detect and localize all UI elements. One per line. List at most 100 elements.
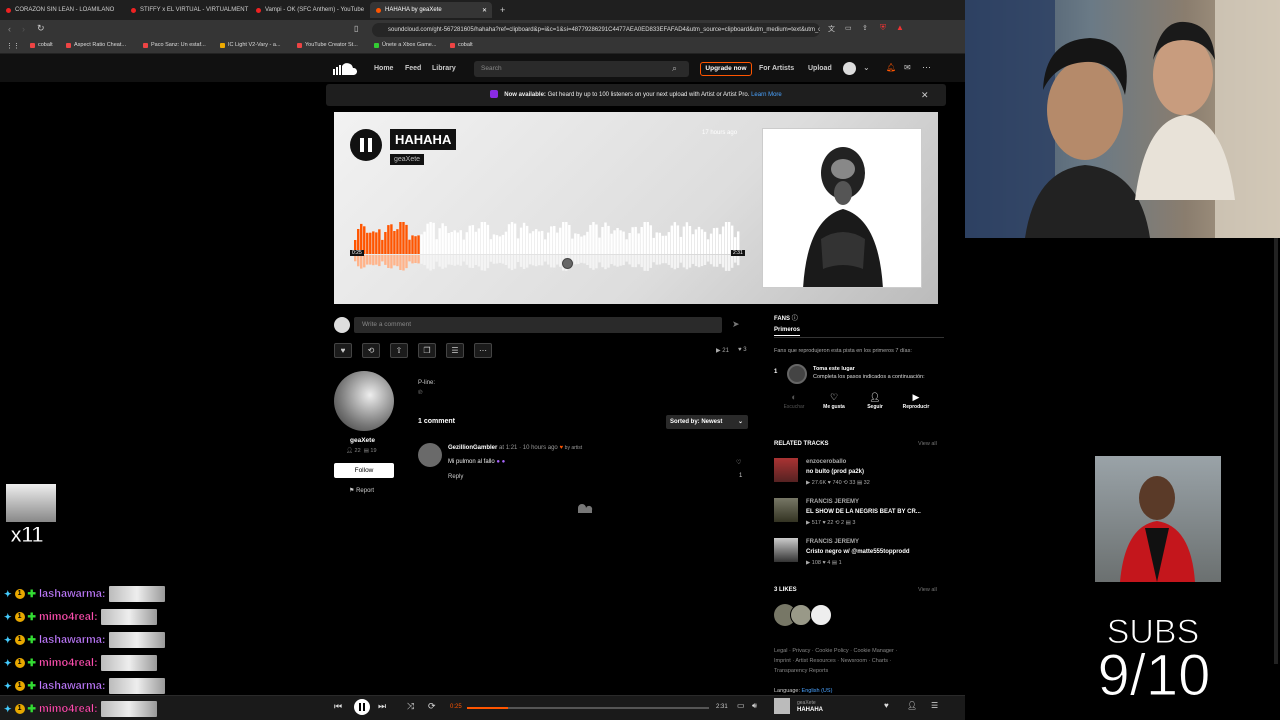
nav-home[interactable]: Home [374,65,393,72]
likes-view-all[interactable]: View all [918,587,937,593]
add-to-playlist-button[interactable]: ☰ [446,343,464,358]
play-icon[interactable]: ▶ [904,392,928,403]
nav-feed[interactable]: Feed [405,65,421,72]
liker-avatar[interactable] [810,604,832,626]
search-input[interactable]: Search [474,61,689,77]
previous-icon[interactable]: ⏮︎ [334,701,342,712]
shuffle-icon[interactable]: ⤨ [407,701,414,712]
share-button[interactable]: ⇧ [390,343,408,358]
chat-username[interactable]: lashawarma: [39,680,106,692]
copy-link-button[interactable]: ❐ [418,343,436,358]
like-button[interactable]: ♥ [334,343,352,358]
info-icon[interactable]: ⓘ [792,316,798,322]
uploader-avatar[interactable] [334,371,394,431]
alert-icon[interactable]: ▲ [896,23,904,32]
for-artists-link[interactable]: For Artists [759,65,794,72]
bookmark-item[interactable]: IC Light V2-Vary - a... [220,42,280,48]
close-banner-icon[interactable]: ✕ [921,90,929,101]
shield-icon[interactable]: ⛨ [880,23,886,33]
bookmark-item[interactable]: Aspect Ratio Cheat... [66,42,126,48]
report-button[interactable]: ⚑ Report [349,487,374,494]
related-track[interactable]: FRANCIS JEREMY Cristo negro w/ @matte555t… [774,538,944,568]
cast-icon[interactable]: ▭ [845,24,852,32]
more-button[interactable]: ⋯ [474,343,492,358]
reload-icon[interactable]: ↻ [37,23,45,34]
related-view-all[interactable]: View all [918,441,937,447]
waveform-bar [592,222,595,254]
sort-dropdown[interactable]: Sorted by: Newest ⌄ [666,415,748,429]
language-selector[interactable]: Language: English (US) [774,688,832,694]
chat-username[interactable]: mimo4real: [39,703,98,715]
messages-icon[interactable]: ✉ [904,63,911,72]
commenter-name[interactable]: GezillionGambler [448,445,497,451]
tab-primeros[interactable]: Primeros [774,327,801,336]
nav-library[interactable]: Library [432,65,456,72]
close-tab-icon[interactable]: ✕ [482,7,487,14]
now-playing-title[interactable]: HAHAHA [797,707,823,713]
forward-icon[interactable]: › [22,24,25,34]
chat-username[interactable]: lashawarma: [39,588,106,600]
now-playing-artist[interactable]: geaXete [797,700,816,706]
liker-avatar[interactable] [790,604,812,626]
follow-user-icon[interactable]: 👤︎ [863,392,887,403]
chat-username[interactable]: mimo4real: [39,657,98,669]
learn-more-link[interactable]: Learn More [751,92,782,98]
repeat-icon[interactable]: ⟳ [428,701,436,712]
upgrade-button[interactable]: Upgrade now [700,62,752,76]
browser-tab[interactable]: Vampi - OK (SFC Anthem) - YouTube [250,2,370,18]
translate-icon[interactable]: 文 [828,24,835,34]
now-playing-artwork[interactable] [774,698,790,714]
avatar[interactable] [843,62,856,75]
bookmark-item[interactable]: YouTube Creator St... [297,42,358,48]
queue-icon[interactable]: ▭ [737,701,745,710]
volume-icon[interactable]: 🔊︎ [752,701,757,711]
browser-tab-active[interactable]: HAHAHA by geaXete ✕ [370,2,492,18]
commenter-avatar[interactable] [418,443,442,467]
waveform[interactable] [354,222,740,272]
comment-avatar-marker[interactable] [562,258,573,269]
url-field[interactable]: soundcloud.com/ght-567281605/hahaha?ref=… [372,23,820,37]
step-like[interactable]: Me gusta [816,404,852,410]
pause-button[interactable] [354,699,370,715]
back-icon[interactable]: ‹ [8,24,11,34]
bookmark-item[interactable]: cobalt [450,42,473,48]
soundcloud-logo-icon[interactable] [333,63,359,75]
send-icon[interactable]: ➤ [732,319,740,330]
play-count: ▶ 21 [716,348,729,354]
comment-input[interactable]: Write a comment [354,317,722,333]
bookmark-item[interactable]: Únete a Xbox Game... [374,42,436,48]
chevron-down-icon[interactable]: ⌄ [863,63,870,72]
share-icon[interactable]: ⇪ [862,24,868,32]
search-icon[interactable]: ⌕ [672,63,677,74]
heart-icon[interactable]: ♡ [822,392,846,403]
new-tab-button[interactable]: + [494,2,510,18]
reply-link[interactable]: Reply [448,474,463,480]
bookmark-item[interactable]: Paco Sanz: Un estaf... [143,42,206,48]
bookmark-icon[interactable]: ▯ [354,24,358,33]
bookmark-item[interactable]: cobalt [30,42,53,48]
chat-username[interactable]: mimo4real: [39,611,98,623]
next-icon[interactable]: ⏭︎ [378,701,386,712]
browser-tab[interactable]: STIFFY x EL VIRTUAL - VIRTUALMENT [125,2,250,18]
apps-icon[interactable]: ⋮⋮ [6,42,20,50]
notifications-icon[interactable]: 🔔︎ [886,63,896,72]
more-icon[interactable]: ⋯ [922,62,931,73]
upload-link[interactable]: Upload [808,65,832,72]
related-track[interactable]: FRANCIS JEREMY EL SHOW DE LA NEGRIS BEAT … [774,498,944,528]
repost-button[interactable]: ⟲ [362,343,380,358]
chat-username[interactable]: lashawarma: [39,634,106,646]
follow-icon[interactable]: 👤︎ [907,701,917,710]
browser-tab[interactable]: CORAZON SIN LEAN - LOAMILANO [0,2,125,18]
pause-button[interactable] [350,129,382,161]
follow-button[interactable]: Follow [334,463,394,478]
related-track[interactable]: enzoceroballo no bulto (prod pa2k) ▶ 27.6K… [774,458,944,488]
progress-bar[interactable] [467,707,709,709]
uploader-name[interactable]: geaXete [350,437,375,444]
track-artist[interactable]: geaXete [390,154,425,165]
heart-icon[interactable]: ♥ [884,701,889,710]
step-follow[interactable]: Seguir [857,404,893,410]
footer-links[interactable]: Legal · Privacy · Cookie Policy · Cookie… [774,646,897,676]
step-play[interactable]: Reproducir [898,404,934,410]
playlist-icon[interactable]: ☰ [931,701,938,710]
comment-like-icon[interactable]: ♡ [736,459,741,466]
